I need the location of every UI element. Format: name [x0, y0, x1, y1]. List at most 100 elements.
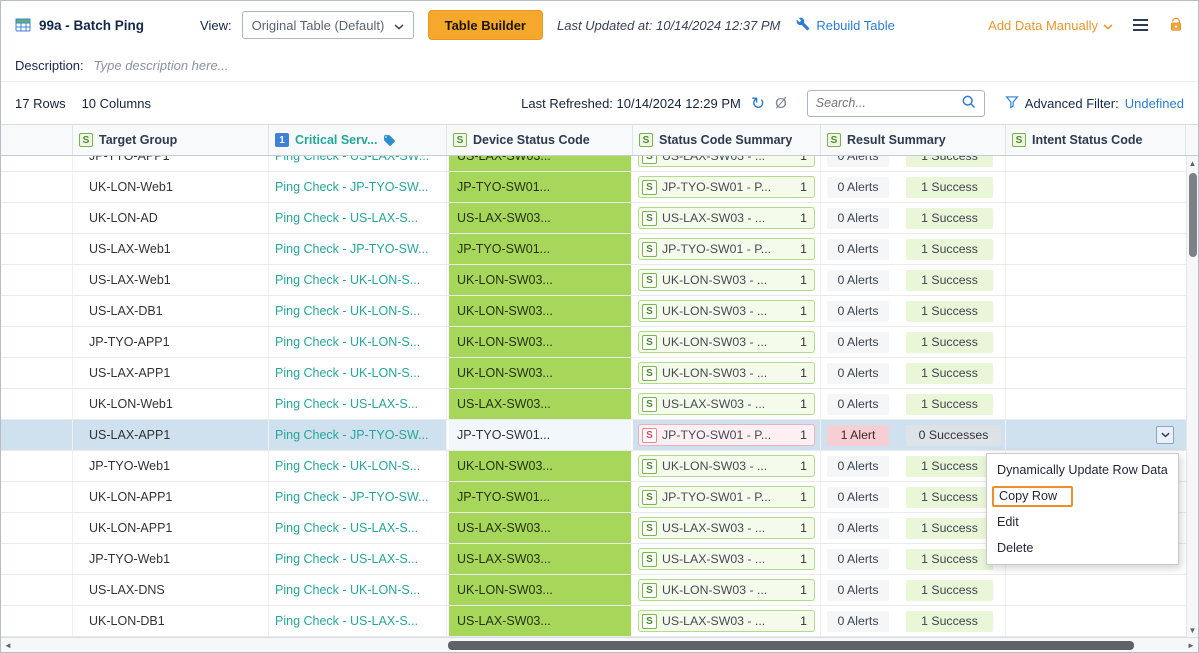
menu-item-dynamically-update-row-data[interactable]: Dynamically Update Row Data [987, 457, 1178, 483]
scroll-down-arrow-icon[interactable]: ▼ [1187, 623, 1198, 637]
critical-service-cell: Ping Check - UK-LON-S... [269, 575, 447, 605]
device-status-label: JP-TYO-SW01... [457, 490, 550, 504]
critical-service-link[interactable]: Ping Check - UK-LON-S... [275, 273, 420, 287]
intent-status-cell [1006, 234, 1186, 264]
critical-service-link[interactable]: Ping Check - US-LAX-S... [275, 552, 418, 566]
scroll-up-arrow-icon[interactable]: ▲ [1187, 156, 1198, 170]
table-row[interactable]: JP-TYO-APP1Ping Check - US-LAX-SW...US-L… [1, 156, 1198, 172]
critical-service-link[interactable]: Ping Check - US-LAX-S... [275, 397, 418, 411]
vertical-scrollbar-thumb[interactable] [1189, 173, 1197, 257]
string-type-badge-icon: S [642, 552, 657, 567]
column-header-result-summary[interactable]: SResult Summary [821, 125, 1006, 155]
target-group-cell: UK-LON-AD [73, 203, 269, 233]
result-summary-cell: 0 Alerts1 Success [821, 172, 1006, 202]
search-input[interactable] [816, 96, 961, 110]
add-data-manually-button[interactable]: Add Data Manually [988, 18, 1113, 33]
critical-service-link[interactable]: Ping Check - US-LAX-S... [275, 521, 418, 535]
string-type-badge-icon: S [642, 156, 657, 164]
critical-service-link[interactable]: Ping Check - JP-TYO-SW... [275, 490, 429, 504]
device-status-label: UK-LON-SW03... [457, 583, 553, 597]
status-pill-count: 1 [800, 156, 807, 163]
column-header-intent-status-code[interactable]: SIntent Status Code [1006, 125, 1186, 155]
funnel-icon[interactable] [1005, 95, 1019, 112]
rebuild-table-control[interactable]: Rebuild Table [796, 17, 895, 34]
highlighted-menu-item-label: Copy Row [992, 486, 1073, 507]
columns-count: 10 Columns [82, 96, 151, 111]
search-box [807, 90, 985, 117]
result-summary-cell: 0 Alerts1 Success [821, 265, 1006, 295]
critical-service-link[interactable]: Ping Check - UK-LON-S... [275, 366, 420, 380]
table-row[interactable]: US-LAX-DNSPing Check - UK-LON-S...UK-LON… [1, 575, 1198, 606]
row-handle-cell [1, 172, 73, 202]
row-actions-dropdown[interactable] [1156, 426, 1174, 444]
menu-item-copy-row[interactable]: Copy Row [987, 483, 1178, 509]
status-pill-count: 1 [800, 304, 807, 318]
advanced-filter-value-link[interactable]: Undefined [1125, 96, 1184, 111]
refresh-icon[interactable]: ↻ [751, 95, 765, 112]
clear-filter-icon[interactable]: Ø [775, 96, 787, 111]
table-row[interactable]: UK-LON-AD Ping Check - US-LAX-S... US-LAX-… [1, 203, 1198, 234]
vertical-scrollbar: ▲ ▼ [1186, 156, 1198, 637]
column-header-critical-serv[interactable]: 1Critical Serv... [269, 125, 447, 155]
table-header: STarget Group1Critical Serv...SDevice St… [1, 125, 1198, 156]
table-row[interactable]: UK-LON-DB1Ping Check - US-LAX-S...US-LAX… [1, 606, 1198, 637]
menu-item-delete[interactable]: Delete [987, 535, 1178, 561]
status-summary-cell: SJP-TYO-SW01 - P...1 [633, 172, 821, 202]
search-icon[interactable] [961, 94, 976, 112]
table-row[interactable]: JP-TYO-APP1Ping Check - UK-LON-S...UK-LO… [1, 327, 1198, 358]
status-pill-count: 1 [800, 273, 807, 287]
critical-service-link[interactable]: Ping Check - UK-LON-S... [275, 459, 420, 473]
status-pill-text: JP-TYO-SW01 - P... [662, 490, 795, 504]
column-header-status-code-summary[interactable]: SStatus Code Summary [633, 125, 821, 155]
critical-service-link[interactable]: Ping Check - UK-LON-S... [275, 583, 420, 597]
chevron-down-icon [394, 18, 404, 33]
success-chip: 0 Successes [906, 425, 1001, 446]
critical-service-link[interactable]: Ping Check - US-LAX-S... [275, 211, 418, 225]
status-pill-text: US-LAX-SW03 - ... [662, 211, 795, 225]
device-status-label: UK-LON-SW03... [457, 366, 553, 380]
unlock-icon[interactable] [1168, 17, 1184, 33]
table-row[interactable]: US-LAX-DB1Ping Check - UK-LON-S...UK-LON… [1, 296, 1198, 327]
result-summary-cell: 1 Alert0 Successes [821, 420, 1006, 450]
rebuild-table-link[interactable]: Rebuild Table [816, 18, 895, 33]
critical-service-link[interactable]: Ping Check - US-LAX-SW... [275, 156, 429, 163]
status-pill-text: UK-LON-SW03 - ... [662, 583, 795, 597]
target-group-cell: US-LAX-DB1 [73, 296, 269, 326]
table-row[interactable]: UK-LON-Web1Ping Check - JP-TYO-SW...JP-T… [1, 172, 1198, 203]
critical-service-link[interactable]: Ping Check - JP-TYO-SW... [275, 428, 429, 442]
scroll-left-arrow-icon[interactable]: ◄ [1, 641, 15, 650]
menu-icon[interactable] [1131, 17, 1150, 33]
menu-item-edit[interactable]: Edit [987, 509, 1178, 535]
critical-service-link[interactable]: Ping Check - US-LAX-S... [275, 614, 418, 628]
critical-service-link[interactable]: Ping Check - UK-LON-S... [275, 335, 420, 349]
column-header-device-status-code[interactable]: SDevice Status Code [447, 125, 633, 155]
result-summary-cell: 0 Alerts1 Success [821, 389, 1006, 419]
status-summary-cell: SUS-LAX-SW03 - ...1 [633, 156, 821, 171]
string-type-badge-icon: S [642, 521, 657, 536]
status-summary-pill: SUS-LAX-SW03 - ...1 [638, 156, 815, 167]
chevron-down-icon [1103, 18, 1113, 33]
horizontal-scrollbar-thumb[interactable] [448, 641, 1134, 650]
string-type-badge-icon: S [642, 490, 657, 505]
column-header-target-group[interactable]: STarget Group [73, 125, 269, 155]
critical-service-link[interactable]: Ping Check - UK-LON-S... [275, 304, 420, 318]
view-select[interactable]: Original Table (Default) [242, 11, 414, 39]
table-row[interactable]: UK-LON-Web1Ping Check - US-LAX-S...US-LA… [1, 389, 1198, 420]
status-pill-count: 1 [800, 490, 807, 504]
table-row[interactable]: US-LAX-APP1Ping Check - JP-TYO-SW...JP-T… [1, 420, 1198, 451]
table-builder-button[interactable]: Table Builder [428, 10, 543, 40]
critical-service-link[interactable]: Ping Check - JP-TYO-SW... [275, 242, 429, 256]
table-toolbar: 17 Rows 10 Columns Last Refreshed: 10/14… [1, 82, 1198, 125]
target-group-cell: JP-TYO-APP1 [73, 156, 269, 171]
table-row[interactable]: US-LAX-APP1Ping Check - UK-LON-S...UK-LO… [1, 358, 1198, 389]
critical-service-cell: Ping Check - US-LAX-S... [269, 203, 447, 233]
string-type-badge-icon: S [642, 397, 657, 412]
wrench-icon [796, 17, 810, 34]
critical-service-link[interactable]: Ping Check - JP-TYO-SW... [275, 180, 429, 194]
description-input[interactable]: Type description here... [94, 58, 229, 73]
scroll-right-arrow-icon[interactable]: ► [1184, 641, 1198, 650]
table-row[interactable]: US-LAX-Web1Ping Check - UK-LON-S...UK-LO… [1, 265, 1198, 296]
table-row[interactable]: US-LAX-Web1Ping Check - JP-TYO-SW...JP-T… [1, 234, 1198, 265]
last-refreshed-text: Last Refreshed: 10/14/2024 12:29 PM [521, 96, 741, 111]
status-summary-cell: SUS-LAX-SW03 - ...1 [633, 203, 821, 233]
